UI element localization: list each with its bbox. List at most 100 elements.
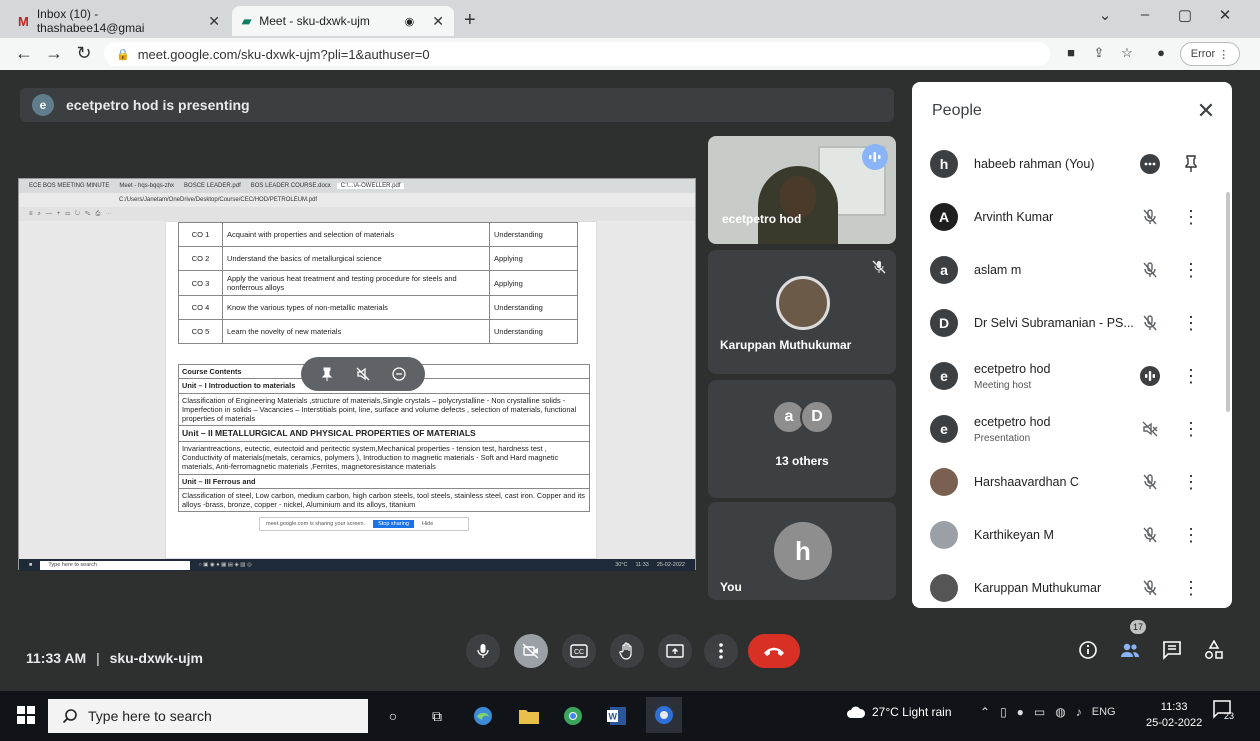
pin-icon[interactable] <box>319 366 335 382</box>
tile-name: 13 others <box>775 454 829 468</box>
notification-center[interactable]: 23 <box>1212 699 1242 729</box>
new-tab-icon[interactable]: + <box>464 9 476 32</box>
more-options-icon[interactable]: ⋮ <box>1182 523 1200 547</box>
search-icon <box>62 708 78 724</box>
mic-off-icon <box>1138 576 1162 600</box>
participant-tile-presenter[interactable]: ecetpetro hod <box>708 136 896 244</box>
share-icon[interactable]: ⇪ <box>1090 45 1108 63</box>
shared-screen[interactable]: ECE BOS MEETING MINUTE Meet - hqs-bqqs-z… <box>18 178 696 571</box>
tab-meet-title: Meet - sku-dxwk-ujm <box>259 14 370 28</box>
tile-name: ecetpetro hod <box>722 212 802 226</box>
mic-button[interactable] <box>466 634 500 668</box>
word-icon[interactable]: W <box>604 703 630 729</box>
active-app-icon[interactable] <box>646 697 682 733</box>
maximize-icon[interactable]: ▢ <box>1170 6 1200 24</box>
unit3-text: Classification of steel, Low carbon, med… <box>178 488 590 513</box>
camera-off-button[interactable] <box>514 634 548 668</box>
participant-row[interactable]: a aslam m ⋮ <box>912 244 1232 296</box>
tab-gmail-title: Inbox (10) - thashabee14@gmai <box>36 7 145 35</box>
cortana-icon[interactable]: ○ <box>380 703 406 729</box>
participant-tile-karuppan[interactable]: Karuppan Muthukumar <box>708 250 896 374</box>
bookmark-star-icon[interactable]: ☆ <box>1118 45 1136 63</box>
end-call-button[interactable] <box>748 634 800 668</box>
scrollbar[interactable] <box>1226 192 1230 412</box>
participant-name: aslam m <box>974 263 1022 277</box>
forward-icon[interactable]: → <box>42 43 66 64</box>
remove-icon[interactable] <box>391 366 407 382</box>
edge-icon[interactable] <box>470 703 496 729</box>
tab-meet[interactable]: ▰ Meet - sku-dxwk-ujm ◉ ✕ <box>232 6 454 36</box>
error-button[interactable]: Error ⋮ <box>1180 42 1240 66</box>
minimize-icon[interactable]: – <box>1130 6 1160 23</box>
participant-count-badge: 17 <box>1130 620 1147 634</box>
more-options-icon[interactable]: ⋮ <box>1182 576 1200 600</box>
chat-icon[interactable] <box>1158 636 1186 664</box>
meeting-details-icon[interactable] <box>1074 636 1102 664</box>
meeting-time: 11:33 AM <box>26 650 87 666</box>
participant-role: Presentation <box>974 433 1031 444</box>
people-icon[interactable] <box>1116 636 1144 664</box>
network-icon[interactable]: ◍ <box>1055 705 1065 719</box>
participant-row[interactable]: A Arvinth Kumar ⋮ <box>912 191 1232 243</box>
mic-tray-icon[interactable]: ● <box>1017 705 1024 719</box>
shared-taskbar-apps: ○ ▣ ◉ ● ▦ ▤ ◈ ▧ ◎ <box>198 562 252 568</box>
more-options-icon[interactable]: ⋮ <box>1182 470 1200 494</box>
close-window-icon[interactable]: ✕ <box>1210 6 1240 24</box>
course-outcome-row: CO 1 Acquaint with properties and selecti… <box>178 222 578 247</box>
participant-row[interactable]: h habeeb rahman (You) <box>912 138 1232 190</box>
participant-row[interactable]: Harshaavardhan C ⋮ <box>912 456 1232 508</box>
tab-gmail[interactable]: M Inbox (10) - thashabee14@gmai ✕ <box>8 6 230 36</box>
language-indicator[interactable]: ENG <box>1092 706 1116 718</box>
shared-tab: BOS LEADER COURSE.docx <box>250 183 331 189</box>
participant-tile-others[interactable]: a D 13 others <box>708 380 896 498</box>
display-icon[interactable]: ▭ <box>1034 705 1045 719</box>
tab-search-icon[interactable]: ⌄ <box>1090 6 1120 24</box>
more-options-icon[interactable]: ⋮ <box>1182 311 1200 335</box>
close-tab-icon[interactable]: ✕ <box>432 13 444 30</box>
mute-presentation-icon[interactable] <box>355 366 371 382</box>
pin-icon[interactable] <box>1182 152 1200 176</box>
present-button[interactable] <box>658 634 692 668</box>
participant-row[interactable]: Karthikeyan M ⋮ <box>912 509 1232 561</box>
taskbar-clock[interactable]: 11:33 25-02-2022 <box>1146 699 1202 731</box>
course-outcome-row: CO 4 Know the various types of non-metall… <box>178 295 578 320</box>
windows-start-icon[interactable] <box>16 705 36 725</box>
participant-row[interactable]: Karuppan Muthukumar ⋮ <box>912 562 1232 614</box>
shared-taskbar: ■ Type here to search ○ ▣ ◉ ● ▦ ▤ ◈ ▧ ◎ … <box>19 559 695 571</box>
shared-taskbar-temp: 30°C <box>615 562 628 568</box>
participant-row[interactable]: e ecetpetro hod Meeting host ⋮ <box>912 350 1232 402</box>
chrome-icon[interactable] <box>560 703 586 729</box>
captions-button[interactable]: CC <box>562 634 596 668</box>
task-view-icon[interactable]: ⧉ <box>424 703 450 729</box>
hide-button: Hide <box>421 521 434 527</box>
chevron-up-icon[interactable]: ⌃ <box>980 705 990 719</box>
meeting-code: sku-dxwk-ujm <box>109 650 203 666</box>
unit2-text: Invariantreactions, eutectic, eutectoid … <box>178 441 590 475</box>
more-options-icon[interactable]: ⋮ <box>1182 417 1200 441</box>
activities-icon[interactable] <box>1200 636 1228 664</box>
weather-widget[interactable]: 27°C Light rain <box>846 705 952 719</box>
more-options-icon[interactable]: ⋮ <box>1182 205 1200 229</box>
address-bar[interactable]: 🔒 meet.google.com/sku-dxwk-ujm?pli=1&aut… <box>104 42 1050 66</box>
participant-tile-you[interactable]: h You <box>708 502 896 600</box>
more-options-icon[interactable]: ⋮ <box>1182 258 1200 282</box>
windows-icon: ■ <box>29 562 33 568</box>
profile-icon[interactable]: ● <box>1152 45 1170 63</box>
taskbar-search[interactable]: Type here to search <box>48 699 368 733</box>
recording-icon: ◉ <box>404 15 415 28</box>
reload-icon[interactable]: ↻ <box>72 43 96 64</box>
raise-hand-button[interactable] <box>610 634 644 668</box>
camera-icon[interactable]: ■ <box>1062 45 1080 63</box>
more-options-icon[interactable]: ⋮ <box>1182 364 1200 388</box>
close-tab-icon[interactable]: ✕ <box>208 13 220 30</box>
close-panel-icon[interactable]: ✕ <box>1194 98 1218 124</box>
file-explorer-icon[interactable] <box>516 703 542 729</box>
avatar: D <box>800 400 834 434</box>
course-outcome-code: CO 1 <box>178 222 223 247</box>
battery-icon[interactable]: ▯ <box>1000 705 1007 719</box>
participant-row[interactable]: e ecetpetro hod Presentation ⋮ <box>912 403 1232 455</box>
volume-icon[interactable]: ♪ <box>1076 705 1082 719</box>
participant-row[interactable]: D Dr Selvi Subramanian - PS... ⋮ <box>912 297 1232 349</box>
back-icon[interactable]: ← <box>12 43 36 64</box>
more-options-button[interactable] <box>704 634 738 668</box>
